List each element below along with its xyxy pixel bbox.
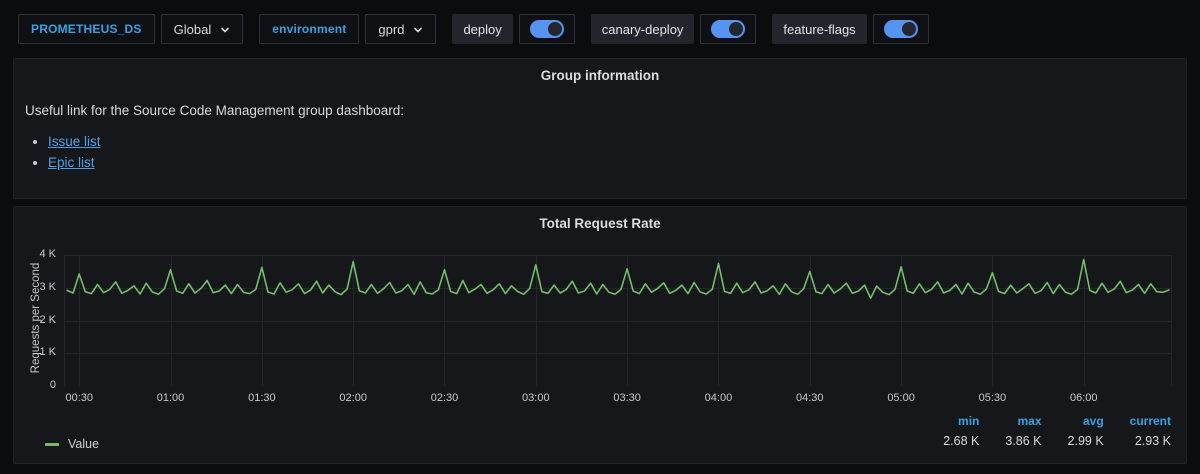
deploy-toggle[interactable] <box>519 14 575 44</box>
chevron-down-icon <box>220 22 230 37</box>
chart-plot-area[interactable] <box>64 255 1172 386</box>
canary-deploy-toggle[interactable] <box>700 14 756 44</box>
datasource-variable-value: Global <box>174 22 212 37</box>
environment-variable-group: environment gprd <box>259 14 436 44</box>
y-axis-tick-label: 0 <box>16 379 56 391</box>
y-axis-tick-label: 3 K <box>16 281 56 293</box>
stat-header-max[interactable]: max <box>979 412 1041 431</box>
legend-series-label: Value <box>68 437 99 451</box>
x-axis-tick-label: 05:00 <box>871 392 931 404</box>
legend-stats-table: minmaxavgcurrent 2.68 K3.86 K2.99 K2.93 K <box>917 412 1171 450</box>
info-text: Useful link for the Source Code Manageme… <box>14 83 1186 118</box>
legend-stats: minmaxavgcurrent 2.68 K3.86 K2.99 K2.93 K <box>917 412 1171 450</box>
stat-header-min[interactable]: min <box>917 412 979 431</box>
x-axis-tick-label: 05:30 <box>962 392 1022 404</box>
x-axis-tick-label: 04:30 <box>780 392 840 404</box>
chevron-down-icon <box>413 22 423 37</box>
stat-value-avg: 2.99 K <box>1042 431 1104 450</box>
environment-variable-value: gprd <box>378 22 404 37</box>
series-color-dash-icon <box>45 443 59 446</box>
issue-list-link[interactable]: Issue list <box>48 134 101 149</box>
canary-deploy-toggle-label: canary-deploy <box>591 14 695 44</box>
feature-flags-toggle[interactable] <box>873 14 929 44</box>
toggle-switch-icon <box>884 20 918 38</box>
x-axis-tick-label: 06:00 <box>1054 392 1114 404</box>
deploy-toggle-group: deploy <box>452 14 574 44</box>
list-item: Issue list <box>48 131 1186 152</box>
deploy-toggle-label: deploy <box>452 14 512 44</box>
info-links-list: Issue list Epic list <box>26 131 1186 173</box>
stat-header-current[interactable]: current <box>1104 412 1171 431</box>
canary-deploy-toggle-group: canary-deploy <box>591 14 757 44</box>
total-request-rate-panel: Total Request Rate Requests per Second V… <box>13 206 1187 464</box>
x-axis-tick-label: 01:00 <box>141 392 201 404</box>
toggle-switch-icon <box>530 20 564 38</box>
y-axis-tick-label: 1 K <box>16 346 56 358</box>
x-axis-tick-label: 03:00 <box>506 392 566 404</box>
stat-value-max: 3.86 K <box>979 431 1041 450</box>
x-axis-tick-label: 04:00 <box>688 392 748 404</box>
group-information-panel: Group information Useful link for the So… <box>13 58 1187 199</box>
timeseries-chart: Requests per Second Value minmaxavgcurre… <box>14 207 1186 463</box>
environment-variable-dropdown[interactable]: gprd <box>365 14 436 44</box>
toggle-switch-icon <box>711 20 745 38</box>
stat-header-avg[interactable]: avg <box>1042 412 1104 431</box>
x-axis-tick-label: 02:00 <box>323 392 383 404</box>
x-axis-tick-label: 01:30 <box>232 392 292 404</box>
feature-flags-toggle-group: feature-flags <box>772 14 928 44</box>
epic-list-link[interactable]: Epic list <box>48 155 95 170</box>
grafana-dashboard: PROMETHEUS_DS Global environment gprd de… <box>0 0 1200 474</box>
legend-series-value[interactable]: Value <box>45 437 99 451</box>
y-axis-tick-label: 2 K <box>16 314 56 326</box>
list-item: Epic list <box>48 152 1186 173</box>
stat-value-min: 2.68 K <box>917 431 979 450</box>
x-axis-tick-label: 02:30 <box>414 392 474 404</box>
y-axis-tick-label: 4 K <box>16 248 56 260</box>
panel-title[interactable]: Group information <box>14 59 1186 83</box>
dashboard-submenu: PROMETHEUS_DS Global environment gprd de… <box>0 0 1200 58</box>
datasource-variable-group: PROMETHEUS_DS Global <box>18 14 243 44</box>
feature-flags-toggle-label: feature-flags <box>772 14 866 44</box>
x-axis-tick-label: 00:30 <box>49 392 109 404</box>
datasource-variable-label[interactable]: PROMETHEUS_DS <box>18 14 155 44</box>
datasource-variable-dropdown[interactable]: Global <box>161 14 244 44</box>
environment-variable-label[interactable]: environment <box>259 14 359 44</box>
x-axis-tick-label: 03:30 <box>597 392 657 404</box>
stat-value-current: 2.93 K <box>1104 431 1171 450</box>
